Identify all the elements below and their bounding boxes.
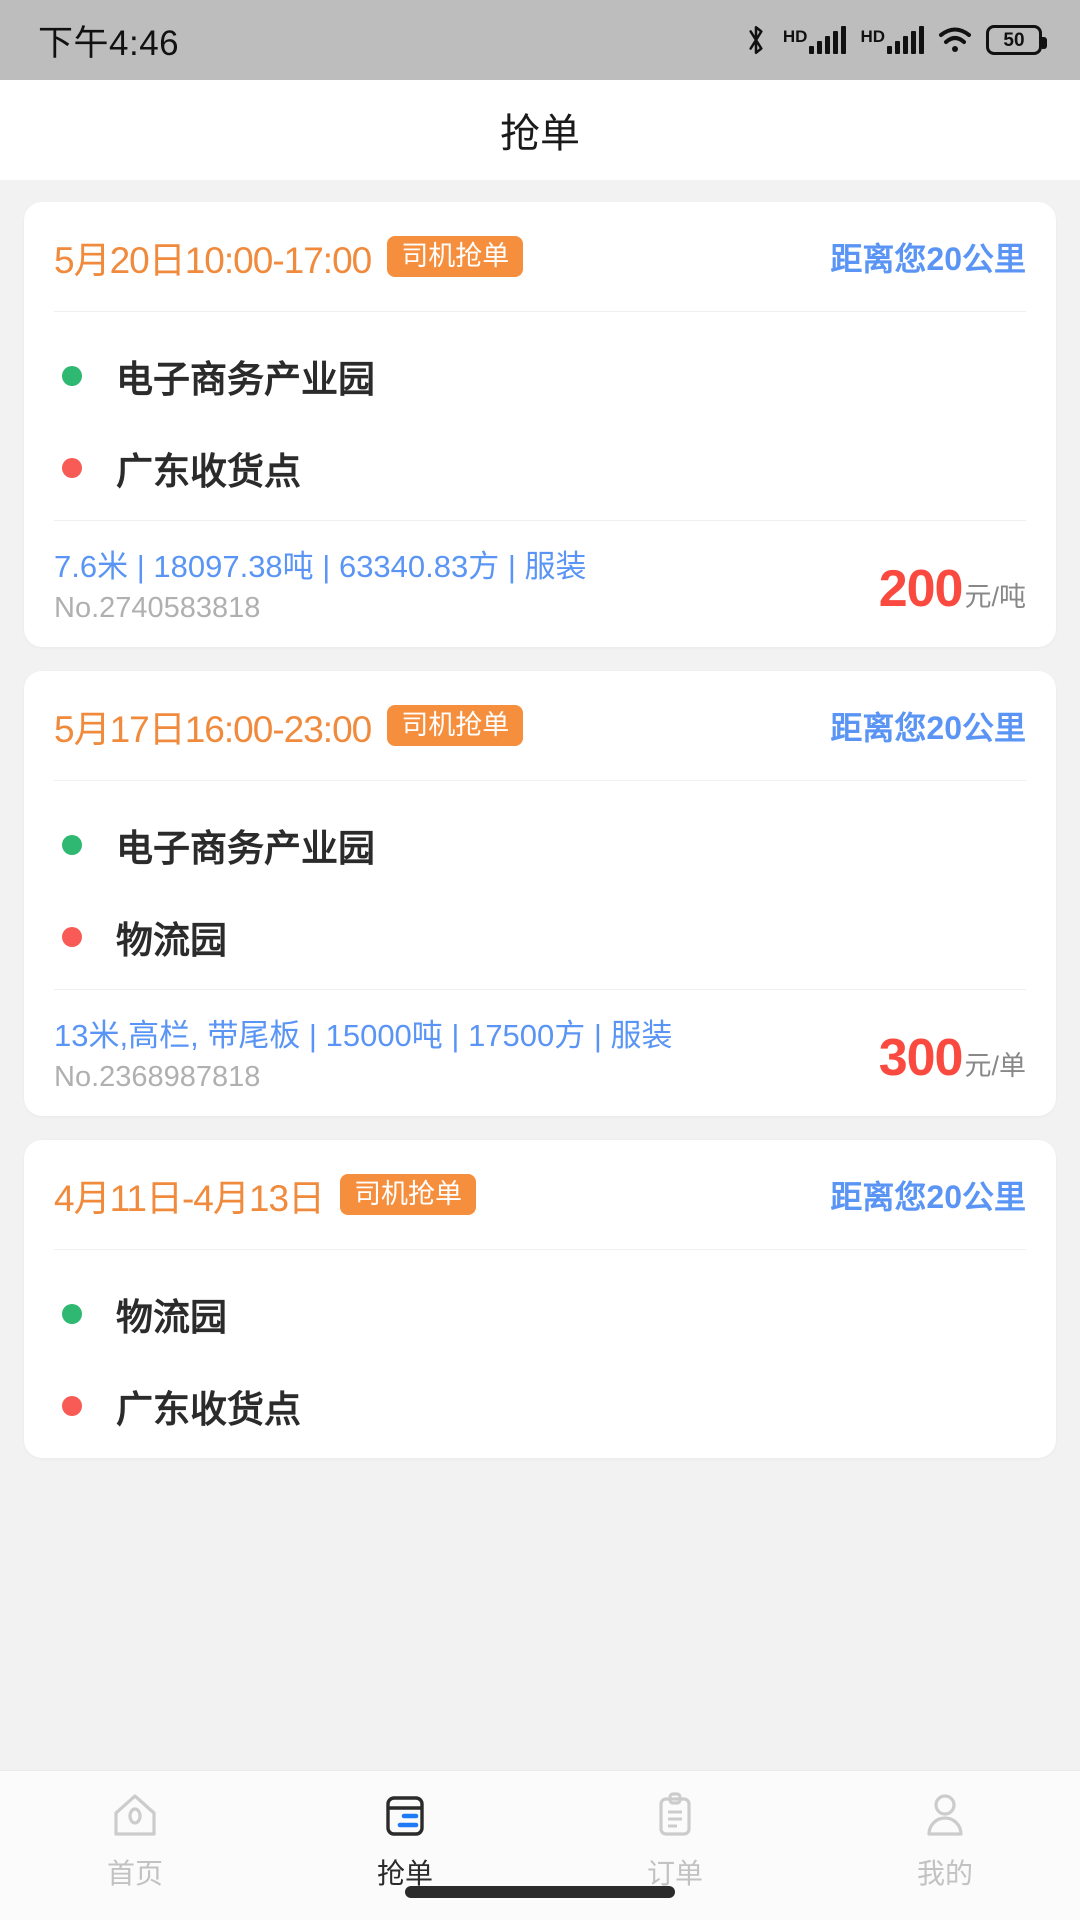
page-header: 抢单: [0, 80, 1080, 180]
order-distance: 距离您20公里: [830, 240, 1026, 277]
home-icon: [107, 1787, 163, 1843]
origin-name: 电子商务产业园: [116, 359, 375, 400]
status-badge: 司机抢单: [340, 1174, 477, 1215]
route-destination-row: 广东收货点: [54, 1360, 1026, 1452]
order-card-footer: 7.6米 | 18097.38吨 | 63340.83方 | 服装 No.274…: [54, 520, 1026, 647]
order-date: 4月11日-4月13日: [54, 1177, 325, 1219]
order-route: 电子商务产业园 广东收货点: [54, 312, 1026, 520]
home-indicator-wrap: [0, 1886, 1080, 1898]
home-indicator[interactable]: [405, 1886, 675, 1898]
route-origin-row: 电子商务产业园: [54, 330, 1026, 422]
order-card-header: 4月11日-4月13日 司机抢单 距离您20公里: [54, 1140, 1026, 1250]
status-badge: 司机抢单: [387, 705, 524, 746]
order-distance: 距离您20公里: [830, 1178, 1026, 1215]
origin-dot-icon: [62, 366, 82, 386]
destination-name: 物流园: [116, 920, 227, 961]
origin-dot-icon: [62, 835, 82, 855]
order-spec: 7.6米 | 18097.38吨 | 63340.83方 | 服装: [54, 549, 587, 584]
order-date: 5月17日16:00-23:00: [54, 708, 372, 750]
order-card-footer: 13米,高栏, 带尾板 | 15000吨 | 17500方 | 服装 No.23…: [54, 989, 1026, 1116]
origin-name: 物流园: [116, 1297, 227, 1338]
signal-2-icon: HD: [860, 26, 924, 54]
inbox-icon: [377, 1787, 433, 1843]
origin-name: 电子商务产业园: [116, 828, 375, 869]
hd-label-2: HD: [860, 27, 885, 46]
status-bar: 下午4:46 HD HD 50: [0, 0, 1080, 80]
price-unit: 元/单: [964, 1051, 1026, 1081]
origin-dot-icon: [62, 1304, 82, 1324]
price-amount: 200: [878, 560, 964, 618]
person-icon: [917, 1787, 973, 1843]
destination-dot-icon: [62, 458, 82, 478]
order-route: 物流园 广东收货点: [54, 1250, 1026, 1458]
status-badge: 司机抢单: [387, 236, 524, 277]
route-origin-row: 电子商务产业园: [54, 799, 1026, 891]
order-number: No.2740583818: [54, 592, 261, 624]
tab-home[interactable]: 首页: [0, 1787, 270, 1892]
tab-grab-order[interactable]: 抢单: [270, 1787, 540, 1892]
order-spec: 13米,高栏, 带尾板 | 15000吨 | 17500方 | 服装: [54, 1018, 673, 1053]
wifi-icon: [938, 25, 972, 55]
order-distance: 距离您20公里: [830, 709, 1026, 746]
battery-level: 50: [1003, 29, 1025, 51]
app-screen: 下午4:46 HD HD 50 抢单 5月20日10:00-17:00 司机抢单…: [0, 0, 1080, 1920]
bluetooth-icon: [743, 23, 769, 57]
destination-name: 广东收货点: [116, 1389, 301, 1430]
tab-profile[interactable]: 我的: [810, 1787, 1080, 1892]
order-number: No.2368987818: [54, 1061, 261, 1093]
tab-orders[interactable]: 订单: [540, 1787, 810, 1892]
price-amount: 300: [878, 1029, 964, 1087]
destination-dot-icon: [62, 927, 82, 947]
order-card-header: 5月17日16:00-23:00 司机抢单 距离您20公里: [54, 671, 1026, 781]
route-origin-row: 物流园: [54, 1268, 1026, 1360]
order-list[interactable]: 5月20日10:00-17:00 司机抢单 距离您20公里 电子商务产业园 广东…: [0, 180, 1080, 1770]
hd-label-1: HD: [782, 27, 808, 46]
price-unit: 元/吨: [964, 582, 1026, 612]
order-card[interactable]: 5月20日10:00-17:00 司机抢单 距离您20公里 电子商务产业园 广东…: [24, 202, 1056, 647]
order-card[interactable]: 5月17日16:00-23:00 司机抢单 距离您20公里 电子商务产业园 物流…: [24, 671, 1056, 1116]
status-icon-group: HD HD 50: [743, 23, 1047, 57]
order-card[interactable]: 4月11日-4月13日 司机抢单 距离您20公里 物流园 广东收货点: [24, 1140, 1056, 1458]
page-title: 抢单: [500, 112, 580, 156]
order-spec-group: 13米,高栏, 带尾板 | 15000吨 | 17500方 | 服装 No.23…: [54, 1010, 673, 1094]
destination-name: 广东收货点: [116, 451, 301, 492]
order-price: 300 元/单: [879, 1028, 1026, 1094]
signal-1-icon: HD: [783, 26, 847, 54]
clipboard-icon: [647, 1787, 703, 1843]
route-destination-row: 物流园: [54, 891, 1026, 983]
order-spec-group: 7.6米 | 18097.38吨 | 63340.83方 | 服装 No.274…: [54, 541, 587, 625]
status-time: 下午4:46: [38, 23, 180, 63]
route-destination-row: 广东收货点: [54, 422, 1026, 514]
destination-dot-icon: [62, 1396, 82, 1416]
order-date: 5月20日10:00-17:00: [54, 239, 372, 281]
order-price: 200 元/吨: [879, 559, 1026, 625]
order-card-header: 5月20日10:00-17:00 司机抢单 距离您20公里: [54, 202, 1026, 312]
order-route: 电子商务产业园 物流园: [54, 781, 1026, 989]
battery-icon: 50: [986, 25, 1047, 55]
